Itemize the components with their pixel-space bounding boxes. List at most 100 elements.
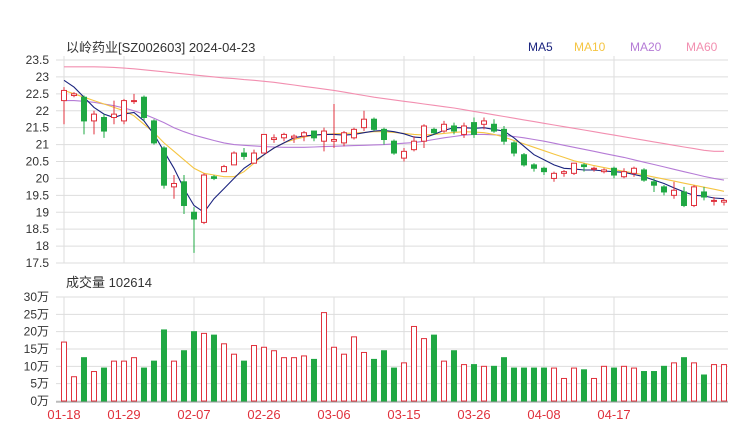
volume-bar-up	[91, 371, 97, 402]
volume-bar-down	[471, 364, 477, 402]
stock-title: 以岭药业[SZ002603] 2024-04-23	[66, 40, 255, 55]
volume-bar-up	[201, 332, 207, 402]
candle-up	[111, 113, 117, 119]
candle-up	[231, 152, 237, 166]
volume-y-tick-label: 25万	[24, 307, 49, 321]
volume-bar-down	[511, 367, 517, 402]
volume-bar-down	[681, 357, 687, 402]
volume-bar-up	[271, 350, 277, 402]
volume-bar-down	[541, 367, 547, 402]
volume-bar-down	[161, 329, 167, 402]
candle-down	[701, 191, 707, 198]
candle-down	[311, 130, 317, 139]
candle-up	[621, 171, 627, 178]
candle-down	[471, 122, 477, 135]
price-y-tick-label: 22	[36, 104, 50, 118]
candle-up	[601, 169, 607, 173]
volume-bar-down	[491, 365, 497, 402]
volume-bar-up	[561, 377, 567, 402]
price-y-tick-label: 23	[36, 70, 50, 84]
candle-down	[371, 118, 377, 130]
candle-down	[391, 140, 397, 154]
volume-bar-down	[531, 367, 537, 402]
price-y-tick-label: 20.5	[26, 155, 50, 169]
stock-chart: 以岭药业[SZ002603] 2024-04-23 MA5 MA10 MA20 …	[24, 40, 728, 422]
candle-down	[181, 181, 187, 206]
volume-bar-down	[451, 350, 457, 402]
x-tick-label: 01-29	[107, 407, 140, 422]
volume-y-tick-label: 20万	[24, 325, 49, 339]
candle-down	[581, 164, 587, 168]
candle-down	[611, 167, 617, 176]
candle-up	[361, 118, 367, 129]
price-y-tick-label: 21.5	[26, 121, 50, 135]
volume-bars	[61, 312, 727, 402]
candle-up	[271, 137, 277, 141]
price-y-tick-label: 21	[36, 138, 50, 152]
volume-bar-up	[481, 365, 487, 402]
volume-bar-down	[521, 367, 527, 402]
candle-down	[141, 96, 147, 119]
volume-y-tick-label: 15万	[24, 342, 49, 356]
volume-bar-up	[251, 345, 257, 402]
candle-down	[451, 125, 457, 132]
x-tick-label: 03-26	[457, 407, 490, 422]
candlesticks	[61, 87, 727, 253]
volume-bar-up	[671, 362, 677, 402]
candle-up	[71, 93, 77, 97]
candle-up	[461, 125, 467, 135]
volume-bar-up	[691, 362, 697, 402]
candle-down	[101, 117, 107, 132]
legend: MA5 MA10 MA20 MA60	[528, 40, 718, 54]
volume-bar-up	[321, 312, 327, 402]
price-y-tick-label: 18	[36, 239, 50, 253]
candle-up	[631, 167, 637, 174]
candle-down	[161, 147, 167, 186]
x-tick-label: 02-26	[247, 407, 280, 422]
candle-down	[81, 96, 87, 122]
volume-bar-down	[391, 367, 397, 402]
volume-bar-up	[711, 364, 717, 402]
candle-up	[291, 135, 297, 139]
candle-up	[711, 199, 717, 202]
candle-down	[431, 128, 437, 134]
volume-bar-up	[571, 367, 577, 402]
price-y-tick-label: 23.5	[26, 53, 50, 67]
volume-bar-down	[311, 358, 317, 402]
candle-up	[201, 174, 207, 223]
volume-bar-up	[61, 341, 67, 402]
candle-up	[281, 133, 287, 139]
price-y-tick-label: 19.5	[26, 188, 50, 202]
candle-down	[651, 181, 657, 186]
candle-up	[411, 140, 417, 151]
volume-bar-down	[191, 331, 197, 402]
x-tick-label: 01-18	[47, 407, 80, 422]
volume-bar-down	[641, 371, 647, 402]
candle-up	[61, 89, 67, 102]
volume-bar-up	[131, 357, 137, 402]
volume-bar-down	[181, 350, 187, 402]
candle-down	[151, 120, 157, 144]
volume-bar-down	[241, 360, 247, 402]
candle-up	[351, 128, 357, 139]
x-tick-label: 04-17	[597, 407, 630, 422]
volume-bar-up	[441, 360, 447, 402]
volume-bar-up	[301, 355, 307, 402]
volume-bar-up	[601, 365, 607, 402]
candle-up	[261, 133, 267, 154]
volume-bar-up	[231, 353, 237, 402]
price-y-tick-label: 18.5	[26, 222, 50, 236]
volume-bar-down	[611, 367, 617, 402]
candle-up	[131, 100, 137, 103]
candle-up	[671, 189, 677, 196]
candle-up	[591, 167, 597, 170]
candle-down	[381, 128, 387, 141]
x-tick-label: 03-15	[387, 407, 420, 422]
candle-down	[191, 211, 197, 220]
volume-bar-down	[661, 365, 667, 402]
volume-bar-up	[221, 343, 227, 402]
volume-y-tick-label: 0万	[30, 394, 49, 408]
y-axis-ticks: 23.5 23 22.5 22 21.5 21 20.5 20 19.5 19 18.5 18 17.5…	[24, 53, 50, 408]
candle-up	[91, 113, 97, 122]
volume-bar-down	[211, 334, 217, 402]
